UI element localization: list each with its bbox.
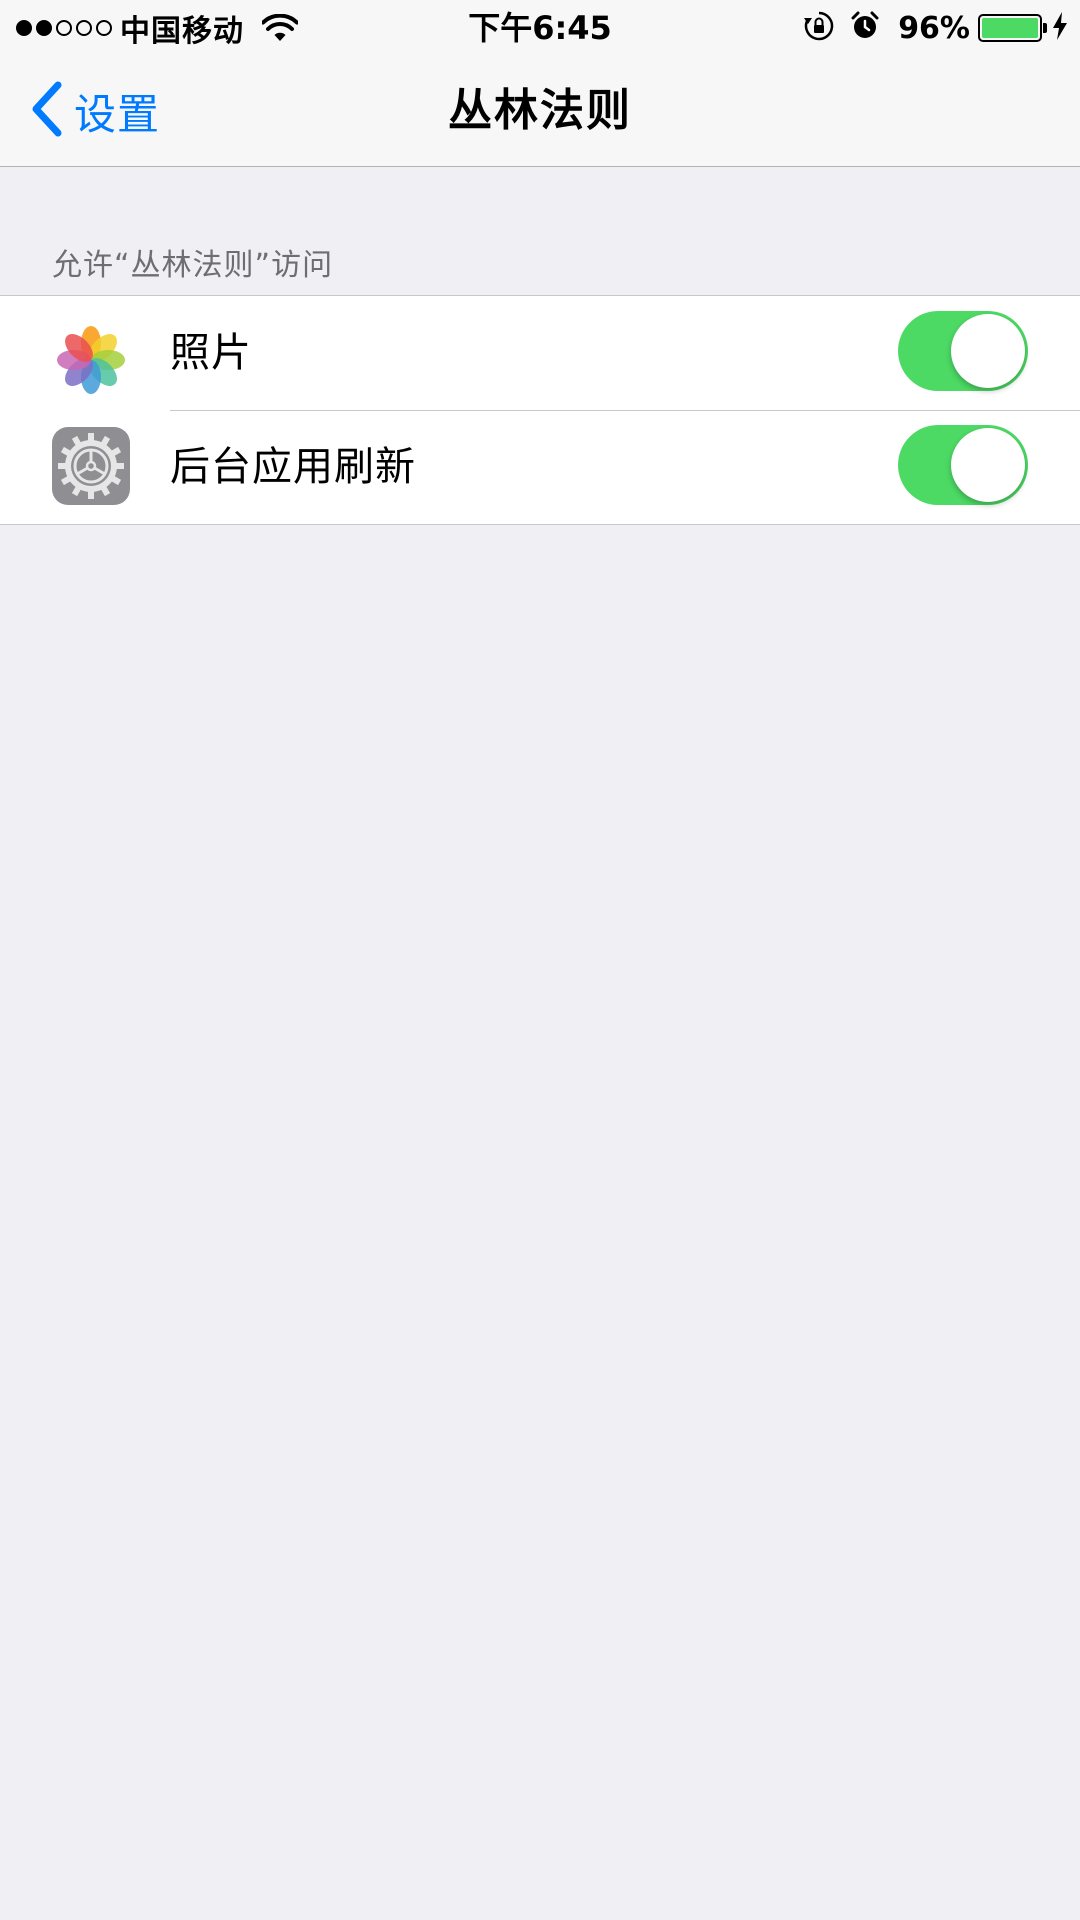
charging-icon bbox=[1052, 12, 1068, 44]
rotation-lock-icon bbox=[804, 11, 834, 45]
navigation-bar: 设置 丛林法则 bbox=[0, 56, 1080, 167]
photos-toggle[interactable] bbox=[898, 311, 1028, 391]
toggle-knob bbox=[951, 428, 1025, 502]
list-item-photos: 照片 bbox=[0, 296, 1080, 410]
list-item-label: 照片 bbox=[170, 330, 252, 376]
alarm-icon bbox=[850, 11, 880, 45]
status-right: 96% bbox=[804, 0, 1068, 56]
page-title: 丛林法则 bbox=[448, 85, 632, 136]
battery-percentage: 96% bbox=[898, 10, 970, 46]
list-item-background-refresh: 后台应用刷新 bbox=[0, 410, 1080, 524]
status-bar: 中国移动 下午6:45 96% bbox=[0, 0, 1080, 56]
settings-gear-icon bbox=[52, 427, 130, 505]
battery-icon bbox=[978, 14, 1047, 42]
list-item-label: 后台应用刷新 bbox=[170, 444, 416, 490]
section-header: 允许“丛林法则”访问 bbox=[52, 248, 334, 283]
background-refresh-toggle[interactable] bbox=[898, 425, 1028, 505]
toggle-knob bbox=[951, 314, 1025, 388]
permissions-list: 照片 后台应用刷新 bbox=[0, 295, 1080, 525]
photos-app-icon bbox=[52, 321, 130, 399]
